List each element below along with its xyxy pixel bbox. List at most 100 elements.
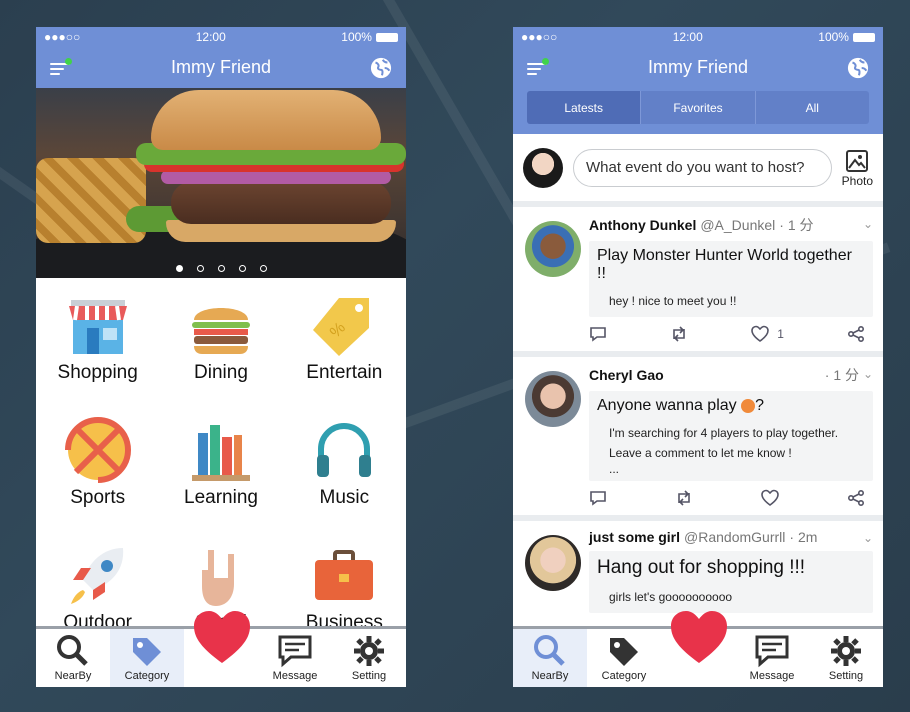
category-outdoor[interactable]: Outdoor [36, 536, 159, 627]
books-icon [191, 425, 250, 481]
category-sports[interactable]: Sports [36, 411, 159, 536]
tab-message[interactable]: Message [735, 629, 809, 687]
post-detail: hey ! nice to meet you !! [609, 294, 737, 308]
tab-label: NearBy [54, 670, 92, 682]
tag-icon [133, 638, 161, 666]
event-input[interactable]: What event do you want to host? [573, 148, 832, 187]
banner-carousel[interactable] [36, 88, 406, 278]
status-time: 12:00 [195, 30, 226, 44]
reply-button[interactable] [589, 489, 607, 507]
post-time: · 2m [789, 529, 818, 545]
carousel-dot[interactable] [217, 265, 225, 272]
tab-label: Message [749, 670, 795, 682]
tab-category[interactable]: Category [587, 629, 661, 687]
post-content: Play Monster Hunter World together !! he… [589, 241, 873, 317]
category-label: Entertain [306, 362, 383, 383]
post-author[interactable]: Cheryl Gao [589, 367, 664, 383]
photo-label: Photo [841, 173, 873, 188]
avatar[interactable] [523, 147, 563, 188]
post-author[interactable]: just some girl [589, 529, 680, 545]
post-actions: 1 [589, 317, 873, 351]
tab-category[interactable]: Category [110, 629, 184, 687]
tab-label: Setting [351, 670, 387, 682]
avatar[interactable] [525, 221, 581, 277]
post-time: · 1 分 [824, 367, 859, 383]
category-entertain[interactable]: % Entertain [283, 286, 406, 411]
fries-shape [36, 158, 146, 243]
menu-icon[interactable] [527, 57, 549, 76]
tab-setting[interactable]: Setting [809, 629, 883, 687]
repost-button[interactable] [670, 325, 688, 343]
feed-post[interactable]: ⌄ Cheryl Gao · 1 分 Anyone wanna play ? I… [513, 357, 883, 521]
post-actions [589, 481, 873, 515]
reply-button[interactable] [589, 325, 607, 343]
tab-nearby[interactable]: NearBy [36, 629, 110, 687]
rocket-icon [70, 548, 123, 604]
avatar[interactable] [525, 535, 581, 591]
share-icon [847, 489, 865, 507]
ball-icon [64, 417, 131, 483]
patty-shape [171, 182, 391, 224]
post-headline: Hang out for shopping !!! [597, 557, 806, 578]
post-composer: What event do you want to host? Photo [513, 134, 883, 207]
globe-icon[interactable] [370, 57, 392, 79]
tag-icon: % [313, 298, 370, 356]
post-headline: Anyone wanna play ? [597, 397, 765, 414]
repost-button[interactable] [675, 489, 693, 507]
post-handle: @A_Dunkel [700, 217, 776, 233]
tab-setting[interactable]: Setting [332, 629, 406, 687]
chevron-down-icon[interactable]: ⌄ [863, 531, 873, 545]
menu-icon[interactable] [50, 57, 72, 76]
battery-icon [852, 33, 875, 43]
repost-icon [673, 326, 685, 342]
category-label: Shopping [57, 362, 138, 383]
category-learning[interactable]: Learning [159, 411, 282, 536]
nav-bar: Immy Friend [36, 47, 406, 88]
notification-dot [65, 57, 72, 65]
tab-message[interactable]: Message [258, 629, 332, 687]
category-label: Dining [194, 362, 248, 383]
app-title: Immy Friend [647, 57, 748, 77]
category-shopping[interactable]: Shopping [36, 286, 159, 411]
tab-label: NearBy [531, 670, 569, 682]
repost-icon [678, 490, 690, 506]
carousel-dot[interactable] [175, 265, 183, 272]
heart-icon[interactable] [192, 609, 252, 665]
photo-button[interactable]: Photo [842, 148, 873, 188]
post-headline: Play Monster Hunter World together !! [597, 247, 852, 282]
like-button[interactable] [761, 489, 779, 507]
signal-indicator: ●●●○○ [521, 30, 558, 44]
avatar[interactable] [525, 371, 581, 427]
heart-icon[interactable] [669, 609, 729, 665]
tab-nearby[interactable]: NearBy [513, 629, 587, 687]
category-label: Sports [70, 487, 126, 508]
chevron-down-icon[interactable]: ⌄ [863, 217, 873, 231]
feed-post[interactable]: ⌄ Anthony Dunkel @A_Dunkel · 1 分 Play Mo… [513, 207, 883, 357]
share-button[interactable] [847, 325, 865, 343]
category-dining[interactable]: Dining [159, 286, 282, 411]
gear-icon [831, 636, 861, 666]
briefcase-icon [315, 550, 374, 600]
carousel-dot[interactable] [196, 265, 204, 272]
segment-latests[interactable]: Latests [527, 91, 642, 124]
like-button[interactable]: 1 [751, 325, 784, 343]
carousel-dot[interactable] [259, 265, 267, 272]
segment-favorites[interactable]: Favorites [641, 91, 756, 124]
hand-icon [201, 550, 234, 606]
globe-icon[interactable] [847, 57, 869, 79]
share-button[interactable] [847, 489, 865, 507]
category-label: Music [319, 487, 370, 508]
post-detail: girls let's goooooooooo [609, 590, 733, 604]
post-author[interactable]: Anthony Dunkel [589, 217, 696, 233]
segment-all[interactable]: All [755, 91, 869, 124]
status-time: 12:00 [672, 30, 703, 44]
signal-indicator: ●●●○○ [44, 30, 81, 44]
feed-post[interactable]: ⌄ just some girl @RandomGurrll · 2m Hang… [513, 521, 883, 613]
category-music[interactable]: Music [283, 411, 406, 536]
reply-icon [590, 491, 606, 506]
category-business[interactable]: Business [283, 536, 406, 627]
carousel-dot[interactable] [238, 265, 246, 272]
tab-label: Category [124, 670, 170, 682]
category-grid: Shopping Dining % Entertain Sports Learn… [36, 278, 406, 627]
chevron-down-icon[interactable]: ⌄ [863, 367, 873, 381]
